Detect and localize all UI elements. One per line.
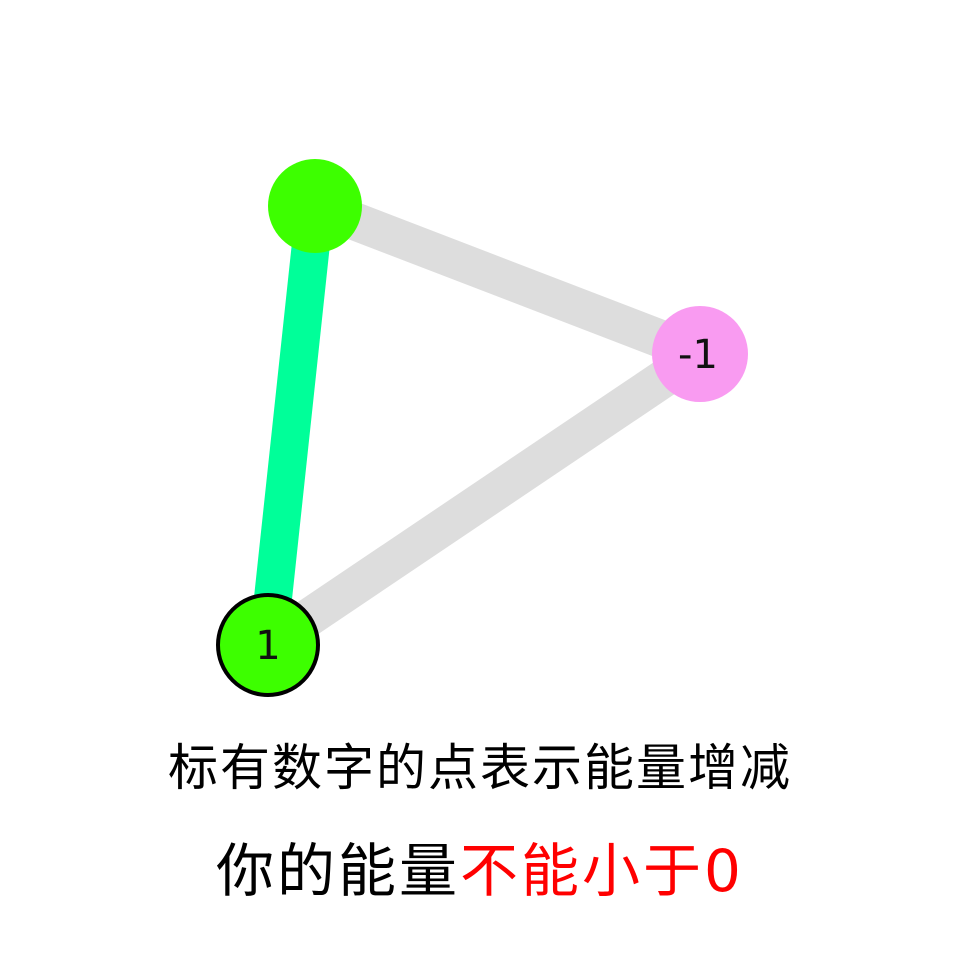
node-bottom[interactable]: 1 [216,593,320,697]
node-right-label: -1 [678,332,718,378]
node-right[interactable]: -1 [652,306,748,402]
hint-energy-rule: 你的能量不能小于0 [0,824,960,908]
hint-energy-rule-normal: 你的能量 [216,837,461,905]
edges-layer [249,188,711,661]
game-stage: -1 1 标有数字的点表示能量增减 你的能量不能小于0 [0,0,960,960]
edge-right-bottom[interactable] [257,338,711,661]
hint-energy-rule-highlight: 不能小于0 [460,837,744,905]
node-top-circle[interactable] [268,159,362,253]
node-top[interactable] [268,159,362,253]
hint-energy-change: 标有数字的点表示能量增减 [168,739,792,797]
edge-top-right[interactable] [308,188,707,372]
graph-board: -1 1 [216,159,748,697]
node-bottom-label: 1 [255,623,280,669]
edge-top-bottom[interactable] [249,203,334,648]
